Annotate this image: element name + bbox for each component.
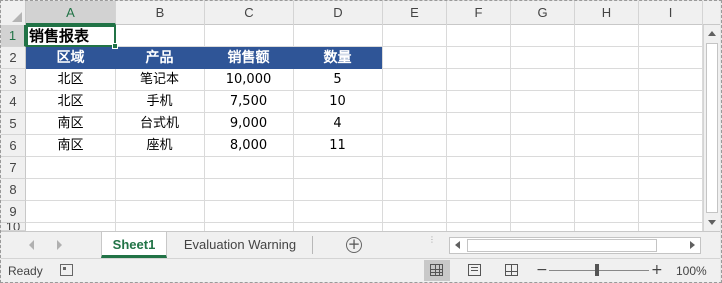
tab-evaluation-warning[interactable]: Evaluation Warning [171,232,309,258]
row-header-8[interactable]: 8 [1,179,26,201]
horizontal-scroll-thumb[interactable] [467,239,657,252]
cell-b2-header[interactable]: 产品 [115,47,204,69]
page-layout-view-button[interactable] [462,260,488,281]
worksheet-grid[interactable]: 销售报表 区域 产品 销售额 数量 北区 笔记本 10,000 5 北区 手机 … [26,25,703,231]
gridline [26,222,703,223]
gridline [26,200,703,201]
row-header-4[interactable]: 4 [1,91,26,113]
sheet-tab-bar: Sheet1 Evaluation Warning + ⋮ [1,231,720,258]
cell-b4[interactable]: 手机 [115,91,204,113]
cell-a4[interactable]: 北区 [26,91,115,113]
column-header-c[interactable]: C [205,1,294,25]
add-sheet-plus-icon[interactable]: + [346,237,362,253]
zoom-slider-track[interactable] [549,270,649,271]
sheet-nav-right-icon[interactable] [57,240,62,250]
tab-separator [312,236,313,254]
zoom-level[interactable]: 100% [676,264,707,278]
page-break-preview-button[interactable] [499,260,525,281]
vertical-scroll-thumb[interactable] [706,43,718,213]
tab-splitter-handle[interactable]: ⋮ [428,236,436,252]
column-header-f[interactable]: F [447,1,511,25]
column-header-a[interactable]: A [26,1,116,25]
column-header-e[interactable]: E [383,1,447,25]
row-header-10[interactable]: 10 [1,223,26,231]
cell-d3[interactable]: 5 [293,69,382,91]
cell-a3[interactable]: 北区 [26,69,115,91]
scroll-left-arrow-icon[interactable] [455,241,460,249]
horizontal-scrollbar[interactable] [449,237,701,254]
gridline [26,178,703,179]
zoom-slider-thumb[interactable] [595,264,599,276]
cell-c4[interactable]: 7,500 [204,91,293,113]
select-all-triangle-icon [12,12,22,22]
scroll-up-arrow-icon[interactable] [708,31,716,36]
column-header-g[interactable]: G [511,1,575,25]
status-ready-text: Ready [8,264,43,278]
row-header-5[interactable]: 5 [1,113,26,135]
cell-d2-header[interactable]: 数量 [293,47,382,69]
tab-sheet1[interactable]: Sheet1 [101,232,167,258]
select-all-button[interactable] [1,1,26,25]
scroll-right-arrow-icon[interactable] [690,241,695,249]
sheet-nav-left-icon[interactable] [29,240,34,250]
cell-c5[interactable]: 9,000 [204,113,293,135]
cell-d5[interactable]: 4 [293,113,382,135]
cell-b5[interactable]: 台式机 [115,113,204,135]
macro-recording-icon[interactable] [60,264,73,276]
page-layout-icon [468,264,481,276]
cell-a6[interactable]: 南区 [26,135,115,157]
normal-view-button[interactable] [424,260,450,281]
cell-a2-header[interactable]: 区域 [26,47,115,69]
cell-c2-header[interactable]: 销售额 [204,47,293,69]
cell-b6[interactable]: 座机 [115,135,204,157]
row-header-1[interactable]: 1 [1,25,26,47]
column-header-b[interactable]: B [116,1,205,25]
vertical-scrollbar[interactable] [703,25,720,231]
page-break-preview-icon [505,264,518,276]
column-header-h[interactable]: H [575,1,639,25]
cell-d6[interactable]: 11 [293,135,382,157]
cell-c6[interactable]: 8,000 [204,135,293,157]
cell-c3[interactable]: 10,000 [204,69,293,91]
fill-handle[interactable] [112,43,118,49]
cell-a5[interactable]: 南区 [26,113,115,135]
status-bar: Ready − + 100% [1,258,720,282]
scroll-down-arrow-icon[interactable] [708,220,716,225]
column-header-d[interactable]: D [294,1,383,25]
row-header-9[interactable]: 9 [1,201,26,223]
row-header-3[interactable]: 3 [1,69,26,91]
row-header-7[interactable]: 7 [1,157,26,179]
column-header-row: A B C D E F G H I [1,1,720,25]
zoom-in-icon[interactable]: + [651,262,663,278]
cell-d4[interactable]: 10 [293,91,382,113]
active-cell-selection [26,25,116,47]
zoom-out-icon[interactable]: − [536,262,548,278]
cell-b3[interactable]: 笔记本 [115,69,204,91]
row-header-2[interactable]: 2 [1,47,26,69]
normal-view-icon [430,264,443,276]
row-header-6[interactable]: 6 [1,135,26,157]
column-header-i[interactable]: I [639,1,703,25]
